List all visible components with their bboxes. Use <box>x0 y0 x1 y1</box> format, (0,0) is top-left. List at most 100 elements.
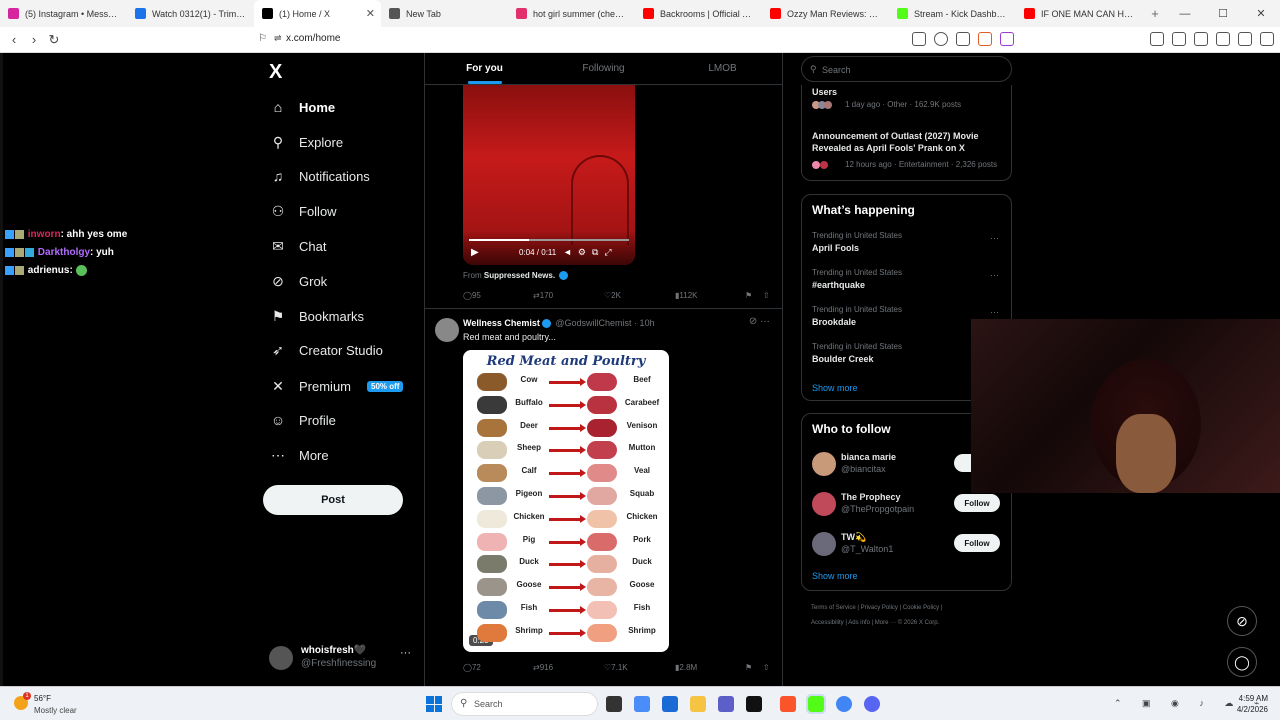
vpn-icon[interactable] <box>1238 32 1252 46</box>
trend-more-icon[interactable]: ··· <box>990 233 999 243</box>
messages-fab-icon[interactable]: ◯ <box>1227 647 1257 677</box>
chrome-icon[interactable] <box>836 696 852 712</box>
task-view-icon[interactable] <box>606 696 622 712</box>
discord-icon[interactable] <box>864 696 880 712</box>
footer-links[interactable]: Accessibility | Ads info | More ··· © 20… <box>811 620 939 626</box>
avatar[interactable] <box>435 318 459 342</box>
tab-lmob[interactable]: LMOB <box>663 53 782 84</box>
url-field[interactable]: x.com/home <box>286 33 340 44</box>
show-more-link[interactable]: Show more <box>812 571 858 581</box>
share-button[interactable]: ⇧ <box>763 663 770 672</box>
clock[interactable]: 4:59 AM 4/2/2026 <box>1237 693 1268 715</box>
grok-fab-icon[interactable]: ⊘ <box>1227 606 1257 636</box>
app-icon[interactable] <box>746 696 762 712</box>
taskbar-search[interactable]: ⚲ Search <box>451 692 598 716</box>
nav-item-bookmarks[interactable]: ⚑ Bookmarks <box>269 307 364 325</box>
browser-tab[interactable]: Stream - Kick Dashboard <box>889 0 1016 27</box>
site-info-icon[interactable]: ⇌ <box>274 33 282 44</box>
nav-item-chat[interactable]: ✉ Chat <box>269 237 326 255</box>
show-more-link[interactable]: Show more <box>812 383 858 393</box>
avatar[interactable] <box>812 532 836 556</box>
search-input[interactable]: ⚲ Search <box>801 56 1012 82</box>
user-name[interactable]: bianca marie <box>841 451 896 463</box>
browser-tab[interactable]: Backrooms | Official Traile <box>635 0 762 27</box>
news-title[interactable]: Users <box>812 86 837 98</box>
user-name[interactable]: The Prophecy <box>841 491 901 503</box>
repost-button[interactable]: ⇄ 170 <box>533 291 553 300</box>
tweet-video[interactable]: Red Meat and Poultry 0:23 CowBeefBuffalo… <box>463 350 669 652</box>
maximize-icon[interactable]: ☐ <box>1204 7 1242 20</box>
footer-links[interactable]: Terms of Service | Privacy Policy | Cook… <box>811 605 942 611</box>
trend-item[interactable]: Trending in United States April Fools ··· <box>802 231 1011 265</box>
browser-tab[interactable]: (5) Instagram • Messages <box>0 0 127 27</box>
tweet-more-icon[interactable]: ⊘ ··· <box>749 316 770 327</box>
bookmark-button[interactable]: ⚑ <box>745 291 752 300</box>
menu-icon[interactable] <box>1260 32 1274 46</box>
share-icon[interactable] <box>956 32 970 46</box>
forward-icon[interactable]: › <box>24 32 44 47</box>
trend-more-icon[interactable]: ··· <box>990 270 999 280</box>
browser-tab[interactable]: Watch 0312(1) - Trim | Str <box>127 0 254 27</box>
brave-icon[interactable] <box>780 696 796 712</box>
leo-icon[interactable] <box>1216 32 1230 46</box>
like-button[interactable]: ♡ 7.1K <box>604 663 628 672</box>
nav-item-home[interactable]: ⌂ Home <box>269 98 335 116</box>
copilot-icon[interactable] <box>634 696 650 712</box>
nav-item-follow[interactable]: ⚇ Follow <box>269 202 337 220</box>
browser-tab[interactable]: IF ONE MAN CAN HOLD <box>1016 0 1143 27</box>
wallet-icon[interactable] <box>1194 32 1208 46</box>
video-player[interactable]: ▶ 0:04 / 0:11 ◄⚙⧉⤢ <box>463 85 635 265</box>
start-button[interactable] <box>426 696 442 712</box>
browser-tab[interactable]: (1) Home / X ✕ <box>254 0 381 27</box>
back-icon[interactable]: ‹ <box>4 32 24 47</box>
avatar[interactable] <box>812 452 836 476</box>
play-icon[interactable]: ▶ <box>471 247 479 258</box>
close-window-icon[interactable]: ✕ <box>1242 7 1280 20</box>
reply-button[interactable]: ◯ 95 <box>463 291 481 300</box>
user-name[interactable]: TW💫 <box>841 531 866 543</box>
sidebar-icon[interactable] <box>1172 32 1186 46</box>
nav-item-premium[interactable]: ✕ Premium 50% off <box>269 377 404 395</box>
post-button[interactable]: Post <box>263 485 403 515</box>
browser-tab[interactable]: hot girl summer (chest da <box>508 0 635 27</box>
x-logo[interactable]: X <box>269 61 282 84</box>
trend-item[interactable]: Trending in United States #earthquake ··· <box>802 268 1011 302</box>
avatar[interactable] <box>812 492 836 516</box>
reply-button[interactable]: ◯ 72 <box>463 663 481 672</box>
views-button[interactable]: ▮ 112K <box>675 291 698 300</box>
close-tab-icon[interactable]: ✕ <box>366 7 375 20</box>
account-switcher[interactable]: whoisfresh🖤 @Freshfinessing ··· <box>269 643 415 679</box>
browser-tab[interactable]: New Tab <box>381 0 508 27</box>
follow-button[interactable]: Follow <box>954 494 1000 512</box>
tab-for-you[interactable]: For you <box>425 53 544 84</box>
zoom-icon[interactable] <box>934 32 948 46</box>
like-button[interactable]: ♡ 2K <box>604 291 621 300</box>
tab-following[interactable]: Following <box>544 53 663 84</box>
rewards-icon[interactable] <box>1000 32 1014 46</box>
new-tab-button[interactable]: + <box>1143 6 1167 21</box>
teams-icon[interactable] <box>718 696 734 712</box>
media-icon[interactable] <box>1150 32 1164 46</box>
store-icon[interactable] <box>662 696 678 712</box>
share-button[interactable]: ⇧ <box>763 291 770 300</box>
news-title[interactable]: Announcement of Outlast (2027) Movie Rev… <box>812 130 1002 154</box>
views-button[interactable]: ▮ 2.8M <box>675 663 697 672</box>
trend-more-icon[interactable]: ··· <box>990 307 999 317</box>
repost-button[interactable]: ⇄ 916 <box>533 663 553 672</box>
nav-item-profile[interactable]: ☺ Profile <box>269 411 336 429</box>
nav-item-grok[interactable]: ⊘ Grok <box>269 272 327 290</box>
minimize-icon[interactable]: — <box>1166 8 1204 20</box>
nav-item-notifications[interactable]: ♫ Notifications <box>269 167 370 185</box>
nav-item-explore[interactable]: ⚲ Explore <box>269 133 343 151</box>
file-explorer-icon[interactable] <box>690 696 706 712</box>
browser-tab[interactable]: Ozzy Man Reviews: Yanet <box>762 0 889 27</box>
bookmark-page-icon[interactable]: ⚐ <box>258 33 267 44</box>
nav-item-creator-studio[interactable]: ➶ Creator Studio <box>269 341 383 359</box>
nav-item-more[interactable]: ⋯ More <box>269 446 329 464</box>
kick-icon[interactable] <box>806 694 826 714</box>
extension-icon[interactable] <box>912 32 926 46</box>
video-control-icons[interactable]: ◄⚙⧉⤢ <box>563 247 618 258</box>
bookmark-button[interactable]: ⚑ <box>745 663 752 672</box>
more-icon[interactable]: ··· <box>400 647 411 659</box>
video-progress-bar[interactable] <box>469 239 629 241</box>
